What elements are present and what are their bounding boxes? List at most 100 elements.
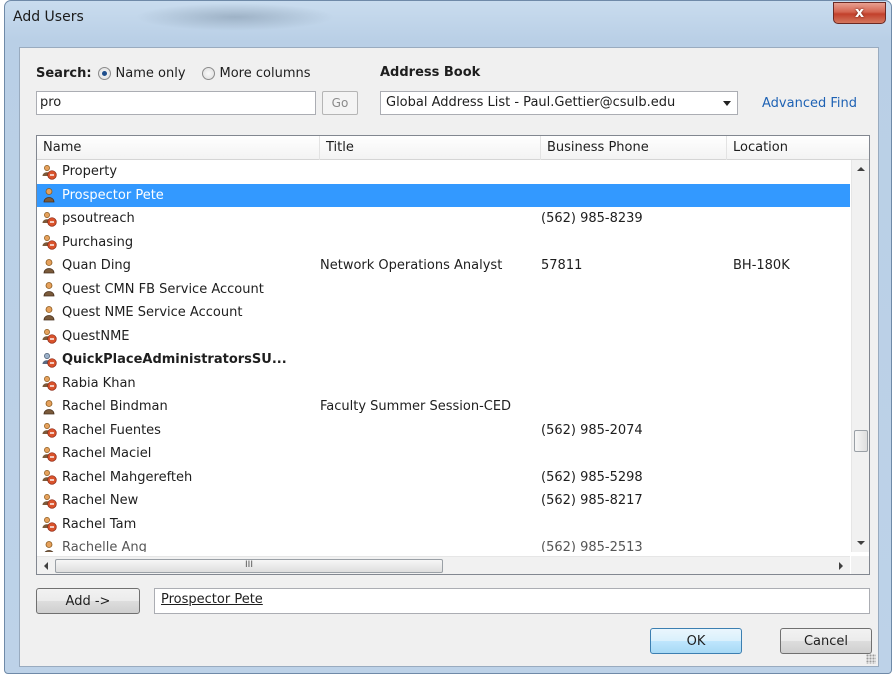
go-button[interactable]: Go <box>322 91 358 115</box>
row-name: Rachel Fuentes <box>62 422 161 438</box>
cell-title: Faculty Summer Session-CED <box>320 399 512 414</box>
row-name: Rabia Khan <box>62 375 136 391</box>
list-row[interactable]: Property <box>37 160 850 184</box>
cell-business-phone: (562) 985-2074 <box>541 422 643 438</box>
user-list: Name Title Business Phone Location Prope… <box>36 135 870 575</box>
cell-title: Network Operations Analyst <box>320 258 503 273</box>
radio-checked-icon <box>97 66 111 80</box>
list-row[interactable]: Rachel Mahgerefteh (562) 985-5298 <box>37 466 850 490</box>
cell-name: Prospector Pete <box>41 184 311 207</box>
group-icon <box>41 375 57 391</box>
radio-name-only-label: Name only <box>115 65 186 81</box>
scroll-down-icon[interactable] <box>852 534 870 552</box>
cell-name: Quest CMN FB Service Account <box>41 278 311 301</box>
resize-grip-icon[interactable] <box>866 654 876 664</box>
close-icon: x <box>854 5 865 21</box>
row-name: Rachel Bindman <box>62 399 168 414</box>
row-name: Rachel New <box>62 493 139 508</box>
cell-name: QuickPlaceAdministratorsSU... <box>41 348 311 371</box>
horizontal-scrollbar[interactable]: III <box>37 556 850 574</box>
cell-business-phone: (562) 985-8239 <box>541 211 643 226</box>
cell-business-phone: 57811 <box>541 258 583 273</box>
search-input[interactable]: pro <box>36 91 316 115</box>
vertical-scroll-thumb[interactable] <box>854 430 868 452</box>
row-name: QuestNME <box>62 328 130 344</box>
list-row[interactable]: Rachel Fuentes (562) 985-2074 <box>37 419 850 443</box>
list-row[interactable]: Prospector Pete <box>37 183 850 207</box>
dialog-body: Search: Name only More columns Address B… <box>19 47 879 667</box>
group-icon <box>41 328 57 344</box>
list-row[interactable]: psoutreach (562) 985-8239 <box>37 207 850 231</box>
add-users-dialog: Add Users x Search: Name only More colum… <box>4 0 892 674</box>
row-name: Rachel Maciel <box>62 446 152 461</box>
cell-name: Rachelle Ang <box>41 536 311 552</box>
row-name: psoutreach <box>62 211 135 226</box>
search-label: Search: <box>36 65 92 81</box>
cell-location: BH-180K <box>733 258 790 273</box>
cell-name: psoutreach <box>41 207 311 230</box>
group-icon <box>41 211 57 227</box>
cell-name: Rachel Tam <box>41 513 311 536</box>
search-options: Search: Name only More columns <box>36 63 327 83</box>
row-name: Purchasing <box>62 234 134 250</box>
column-header-title[interactable]: Title <box>320 136 541 160</box>
advanced-find-link[interactable]: Advanced Find <box>762 96 857 111</box>
list-row[interactable]: Rachel New (562) 985-8217 <box>37 489 850 513</box>
add-button[interactable]: Add -> <box>36 588 140 614</box>
group-icon <box>41 446 57 462</box>
cell-business-phone: (562) 985-2513 <box>541 540 643 552</box>
list-row[interactable]: Rabia Khan <box>37 372 850 396</box>
radio-name-only[interactable]: Name only <box>97 65 186 81</box>
user-icon <box>41 258 57 274</box>
ok-button[interactable]: OK <box>650 628 742 654</box>
cell-name: Property <box>41 160 311 183</box>
scroll-corner <box>851 556 869 574</box>
added-user-name: Prospector Pete <box>161 592 263 607</box>
list-row[interactable]: Quest NME Service Account <box>37 301 850 325</box>
added-users-field[interactable]: Prospector Pete <box>154 588 870 614</box>
cell-name: Quan Ding <box>41 254 311 277</box>
cell-name: Rabia Khan <box>41 372 311 395</box>
row-name: Quest NME Service Account <box>62 305 243 320</box>
column-header-name[interactable]: Name <box>37 136 320 160</box>
scroll-left-icon[interactable] <box>37 557 55 575</box>
radio-more-columns[interactable]: More columns <box>201 66 311 81</box>
cell-name: Rachel Mahgerefteh <box>41 466 311 489</box>
list-row[interactable]: Purchasing <box>37 231 850 255</box>
list-row[interactable]: Rachel Tam <box>37 513 850 537</box>
address-book-select[interactable]: Global Address List - Paul.Gettier@csulb… <box>380 91 738 115</box>
row-name: Rachel Tam <box>62 516 137 532</box>
list-row[interactable]: Quan Ding Network Operations Analyst 57811… <box>37 254 850 278</box>
list-row[interactable]: QuestNME <box>37 325 850 349</box>
column-header-business-phone[interactable]: Business Phone <box>541 136 727 160</box>
cancel-button[interactable]: Cancel <box>780 628 872 654</box>
group-icon <box>41 164 57 180</box>
list-row[interactable]: Quest CMN FB Service Account <box>37 278 850 302</box>
list-row[interactable]: Rachel Bindman Faculty Summer Session-CED <box>37 395 850 419</box>
scroll-right-icon[interactable] <box>832 557 850 575</box>
address-book-label: Address Book <box>380 65 481 80</box>
cell-name: Rachel Bindman <box>41 395 311 418</box>
close-button[interactable]: x <box>833 2 886 24</box>
user-icon <box>41 281 57 297</box>
horizontal-scroll-thumb[interactable]: III <box>55 559 443 573</box>
vertical-scrollbar[interactable] <box>851 160 869 552</box>
scroll-grip-icon: III <box>245 560 253 570</box>
list-row[interactable]: QuickPlaceAdministratorsSU... <box>37 348 850 372</box>
row-name: Rachelle Ang <box>62 540 147 552</box>
scroll-up-icon[interactable] <box>852 160 870 178</box>
group-icon <box>41 493 57 509</box>
cell-name: Rachel Maciel <box>41 442 311 465</box>
user-icon <box>41 399 57 415</box>
row-name: Property <box>62 164 118 179</box>
column-header-location[interactable]: Location <box>727 136 869 160</box>
list-row[interactable]: Rachel Maciel <box>37 442 850 466</box>
row-name: Prospector Pete <box>62 187 164 203</box>
cell-business-phone: (562) 985-8217 <box>541 493 643 508</box>
row-name: QuickPlaceAdministratorsSU... <box>62 352 287 367</box>
radio-unchecked-icon <box>201 66 215 80</box>
list-header: Name Title Business Phone Location <box>37 136 869 160</box>
list-row[interactable]: Rachelle Ang (562) 985-2513 <box>37 536 850 552</box>
window-title: Add Users <box>13 9 84 25</box>
row-name: Quest CMN FB Service Account <box>62 281 264 297</box>
